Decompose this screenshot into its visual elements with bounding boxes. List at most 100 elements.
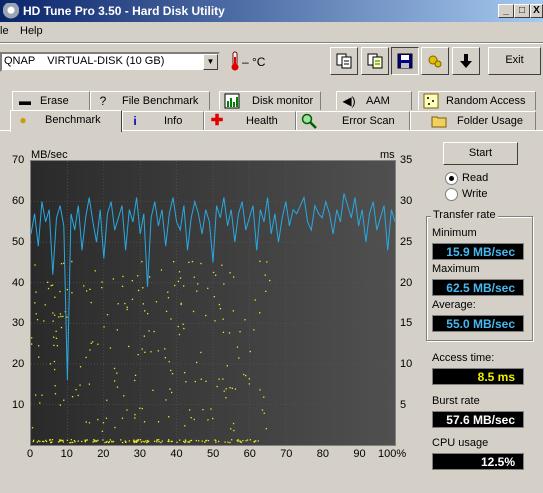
access-time-dot: [212, 417, 214, 420]
access-time-dot: [114, 426, 116, 429]
access-time-dot: [246, 439, 249, 441]
access-time-dot: [253, 329, 255, 331]
access-time-dot: [259, 260, 261, 262]
access-time-dot: [156, 441, 158, 443]
y-left-tick: 20: [12, 358, 25, 371]
access-time-dot: [245, 374, 247, 377]
tab-aam[interactable]: ◀) AAM: [336, 91, 412, 110]
access-time-dot: [169, 388, 171, 390]
write-radio[interactable]: [445, 188, 458, 201]
access-time-dot: [171, 373, 174, 375]
minimum-label: Minimum: [432, 227, 477, 239]
access-time-dot: [167, 440, 170, 442]
access-time-dot: [93, 439, 95, 441]
access-time-dot: [94, 270, 96, 272]
access-time-dot: [242, 440, 244, 442]
access-time-dot: [183, 440, 185, 443]
access-time-dot: [193, 276, 195, 278]
access-time-dot: [184, 441, 186, 443]
access-time-dot: [86, 290, 88, 292]
x-tick: 90: [353, 448, 366, 460]
access-time-dot: [54, 296, 56, 298]
copy-button[interactable]: [330, 47, 358, 75]
tab-benchmark[interactable]: ● Benchmark: [10, 110, 122, 132]
access-time-dot: [75, 389, 77, 391]
maximize-button[interactable]: □: [514, 4, 530, 18]
menu-help[interactable]: Help: [20, 25, 43, 37]
access-time-dot: [225, 388, 227, 390]
file-benchmark-icon: ?: [99, 94, 107, 108]
drive-select[interactable]: QNAP VIRTUAL-DISK (10 GB) ▼: [0, 52, 220, 72]
access-time-dot: [191, 260, 194, 263]
tab-erase[interactable]: ▬ Erase: [12, 91, 90, 110]
access-time-dot: [167, 291, 169, 293]
access-time-dot: [66, 288, 68, 291]
access-time-dot: [202, 409, 204, 411]
copy-all-button[interactable]: [361, 47, 389, 75]
access-time-dot: [60, 263, 63, 265]
close-button[interactable]: X: [530, 4, 543, 18]
access-time-dot: [143, 335, 145, 337]
access-time-dot: [178, 333, 181, 336]
access-time-dot: [205, 380, 207, 382]
tab-error-scan[interactable]: Error Scan: [296, 111, 410, 130]
tab-folder-usage[interactable]: Folder Usage: [410, 111, 536, 130]
access-time-dot: [158, 439, 160, 441]
access-time-dot: [170, 318, 172, 320]
access-time-dot: [233, 276, 235, 278]
access-time-dot: [101, 287, 103, 289]
access-time-dot: [200, 351, 202, 354]
tab-disk-monitor[interactable]: Disk monitor: [219, 91, 321, 110]
copy-all-icon: [367, 53, 383, 69]
access-time-dot: [157, 350, 159, 352]
access-time-dot: [31, 427, 34, 429]
access-time-dot: [62, 315, 64, 318]
access-time-dot: [137, 354, 139, 356]
y-right-tick: 5: [400, 399, 407, 412]
burst-rate-label: Burst rate: [432, 395, 480, 407]
save-button[interactable]: [391, 47, 419, 75]
access-time-dot: [124, 302, 126, 305]
access-time-dot: [216, 385, 218, 388]
access-time-dot: [221, 264, 223, 266]
y-left-tick: 10: [12, 399, 25, 412]
x-tick: 40: [170, 448, 183, 460]
tab-random-access[interactable]: Random Access: [418, 91, 536, 110]
minimize-button[interactable]: _: [498, 4, 514, 18]
access-time-dot: [168, 361, 170, 363]
access-time-dot: [263, 396, 265, 398]
read-radio[interactable]: [445, 172, 458, 185]
access-time-dot: [139, 407, 141, 409]
access-time-dot: [134, 414, 136, 416]
chevron-down-icon[interactable]: ▼: [203, 54, 218, 70]
options-button[interactable]: [421, 47, 449, 75]
access-time-dot: [187, 441, 189, 443]
access-time-dot: [93, 440, 95, 443]
access-time-dot: [239, 440, 241, 442]
menu-file[interactable]: le: [0, 25, 9, 37]
access-time-dot: [81, 440, 83, 443]
access-time-dot: [249, 439, 252, 441]
y-left-tick: 60: [12, 194, 25, 207]
access-time-dot: [51, 439, 54, 441]
tab-info[interactable]: i Info: [122, 111, 204, 130]
access-time-dot: [218, 378, 220, 380]
access-time-dot: [53, 360, 56, 363]
download-button[interactable]: [452, 47, 480, 75]
access-time-dot: [111, 441, 113, 443]
access-time-dot: [101, 281, 103, 283]
x-tick: 20: [97, 448, 110, 460]
access-time-dot: [145, 440, 147, 442]
exit-button[interactable]: Exit: [488, 47, 541, 75]
start-button[interactable]: Start: [443, 142, 518, 165]
access-time-dot: [223, 283, 225, 285]
tab-file-benchmark[interactable]: ? File Benchmark: [90, 91, 210, 110]
access-time-dot: [31, 337, 33, 339]
access-time-dot: [196, 361, 198, 364]
access-time-dot: [222, 378, 224, 380]
access-time-dot: [147, 313, 149, 315]
access-time-dot: [108, 441, 110, 443]
access-time-dot: [179, 439, 181, 441]
title-bar: HD Tune Pro 3.50 - Hard Disk Utility _ □…: [0, 0, 543, 22]
tab-health[interactable]: ✚ Health: [204, 111, 296, 130]
